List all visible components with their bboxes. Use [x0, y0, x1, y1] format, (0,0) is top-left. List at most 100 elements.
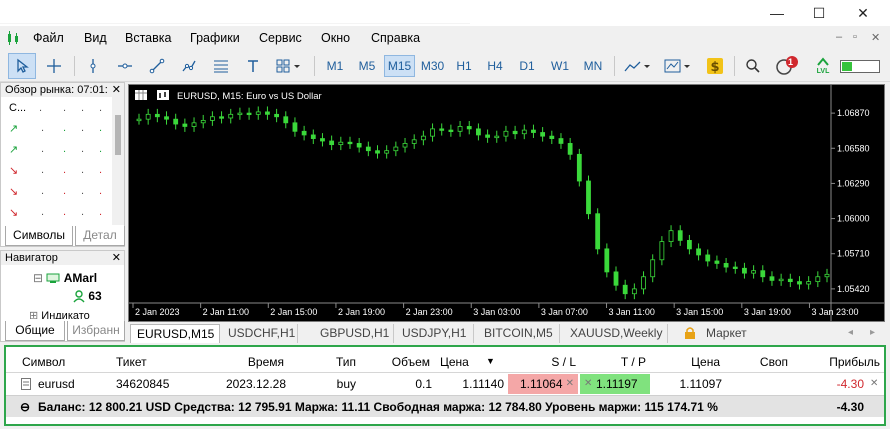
market-watch-row[interactable]: ↘.... — [1, 182, 113, 201]
mdi-close-button[interactable]: ✕ — [871, 31, 880, 44]
col-type[interactable]: Тип — [296, 351, 356, 373]
menu-charts[interactable]: Графики — [190, 31, 240, 45]
trendline-button[interactable] — [144, 53, 170, 79]
menu-insert[interactable]: Вставка — [125, 31, 171, 45]
timeframe-m1[interactable]: M1 — [320, 55, 350, 77]
chart-tab-usdjpy[interactable]: USDJPY,H1 — [396, 324, 474, 343]
remove-sl-icon[interactable]: ✕ — [566, 374, 574, 394]
menu-file[interactable]: Файл — [33, 31, 64, 45]
col-current-price[interactable]: Цена — [648, 351, 720, 373]
scroll-thumb[interactable] — [115, 115, 121, 155]
candle-body — [714, 260, 720, 264]
candle-body — [751, 270, 757, 274]
notifications-button[interactable]: 1 — [772, 53, 802, 79]
chart-tab-market[interactable]: Маркет — [700, 324, 756, 343]
candle-body — [393, 146, 399, 152]
chart-tab-xauusd[interactable]: XAUUSD,Weekly — [564, 324, 668, 343]
mdi-minimize-button[interactable]: – — [836, 31, 842, 43]
tab-favorites[interactable]: Избранн — [67, 321, 125, 341]
timeframe-mn[interactable]: MN — [578, 55, 608, 77]
close-position-icon[interactable]: ✕ — [870, 374, 878, 394]
timeframe-h4[interactable]: H4 — [481, 55, 509, 77]
candle-body — [136, 118, 142, 122]
channel-button[interactable] — [176, 53, 202, 79]
tab-symbols[interactable]: Символы — [5, 226, 73, 246]
timeframe-m30[interactable]: M30 — [417, 55, 448, 77]
level-button[interactable]: LVL — [810, 53, 836, 79]
col-ticket[interactable]: Тикет — [116, 351, 147, 373]
cursor-tool-button[interactable] — [8, 53, 36, 79]
chart-tab-gbpusd[interactable]: GBPUSD,H1 — [314, 324, 394, 343]
col-time[interactable]: Время — [176, 351, 284, 373]
menu-window[interactable]: Окно — [321, 31, 350, 45]
vertical-line-button[interactable] — [80, 53, 106, 79]
cell-time: 2023.12.28 06:56:19 — [225, 377, 286, 411]
timeframe-w1[interactable]: W1 — [545, 55, 575, 77]
fibonacci-button[interactable] — [208, 53, 234, 79]
crosshair-tool-button[interactable] — [40, 53, 68, 79]
timeframe-d1[interactable]: D1 — [513, 55, 541, 77]
col-swap[interactable]: Своп — [726, 351, 788, 373]
cell-sl-bg[interactable]: 1.11064 ✕ — [508, 374, 578, 394]
toolbar: M1 M5 M15 M30 H1 H4 D1 W1 MN $ 1 LVL — [0, 50, 890, 82]
chart-tab-usdchf[interactable]: USDCHF,H1 — [222, 324, 298, 343]
cell-ticket: 34620845 — [116, 377, 170, 391]
close-button[interactable]: ✕ — [853, 4, 873, 22]
col-sl[interactable]: S / L — [508, 351, 576, 373]
menu-view[interactable]: Вид — [84, 31, 107, 45]
timeframe-h1[interactable]: H1 — [450, 55, 478, 77]
market-watch-scrollbar[interactable] — [112, 97, 124, 225]
dollar-icon: $ — [707, 58, 723, 75]
chart-canvas[interactable]: 1.06870 1.06580 1.06290 1.06000 1.05710 1.054… — [129, 85, 884, 321]
toolbar-separator — [614, 56, 615, 76]
close-icon[interactable]: ✕ — [112, 83, 121, 97]
chart-type-dropdown-button[interactable] — [620, 53, 656, 79]
tab-details[interactable]: Детал — [75, 226, 125, 246]
menu-tools[interactable]: Сервис — [259, 31, 302, 45]
candle-body — [209, 116, 215, 121]
indicators-label: Индикато — [41, 310, 90, 319]
title-bar: — ☐ ✕ — [0, 0, 890, 26]
market-watch-row[interactable]: ↗.... — [1, 140, 113, 159]
cell-tp-bg[interactable]: ✕ 1.11197 — [580, 374, 650, 394]
col-price[interactable]: Цена — [440, 351, 469, 373]
text-tool-button[interactable] — [240, 53, 266, 79]
market-watch-row[interactable]: ↘.... — [1, 161, 113, 180]
navigator-account-number[interactable]: 63 — [73, 289, 102, 303]
navigator-indicators[interactable]: ⊞ Индикато — [29, 309, 90, 319]
col-tp[interactable]: T / P — [578, 351, 646, 373]
search-button[interactable] — [740, 53, 766, 79]
col-symbol[interactable]: Символ — [22, 351, 65, 373]
navigator-account[interactable]: ⊟ AMarl — [33, 271, 97, 285]
vertical-line-icon — [90, 59, 96, 73]
remove-tp-icon[interactable]: ✕ — [584, 374, 592, 394]
minimize-button[interactable]: — — [767, 4, 787, 22]
col-volume[interactable]: Объем — [362, 351, 430, 373]
market-button[interactable]: $ — [702, 53, 728, 79]
horizontal-line-button[interactable] — [112, 53, 138, 79]
toolbar-separator — [74, 56, 75, 76]
timeframe-m15[interactable]: M15 — [384, 55, 415, 77]
maximize-button[interactable]: ☐ — [809, 4, 829, 22]
candle-body — [687, 239, 692, 250]
price-chart[interactable]: EURUSD, M15: Euro vs US Dollar 1.06870 1.… — [128, 84, 885, 322]
crosshair-icon — [47, 59, 61, 73]
market-watch-row[interactable]: ↗.... — [1, 119, 113, 138]
mdi-restore-button[interactable]: ▫ — [853, 31, 857, 43]
indicators-dropdown-button[interactable] — [660, 53, 696, 79]
shapes-dropdown-button[interactable] — [270, 53, 308, 79]
close-icon[interactable]: ✕ — [112, 251, 121, 265]
timeframe-m5[interactable]: M5 — [352, 55, 382, 77]
col-profit[interactable]: Прибыль — [792, 351, 880, 373]
candle-body — [292, 122, 298, 132]
tab-general[interactable]: Общие — [5, 321, 65, 341]
market-watch-row[interactable]: ↘.... — [1, 203, 113, 222]
tabs-scroll-left-icon[interactable]: ◂ — [848, 327, 853, 338]
candle-body — [384, 150, 390, 154]
candle-body — [787, 278, 793, 283]
collapse-icon[interactable]: ⊖ — [20, 396, 30, 418]
chart-tab-bitcoin[interactable]: BITCOIN,M5 — [478, 324, 560, 343]
chart-tab-eurusd[interactable]: EURUSD,M15 — [130, 324, 220, 343]
menu-help[interactable]: Справка — [371, 31, 420, 45]
tabs-scroll-right-icon[interactable]: ▸ — [870, 327, 875, 338]
